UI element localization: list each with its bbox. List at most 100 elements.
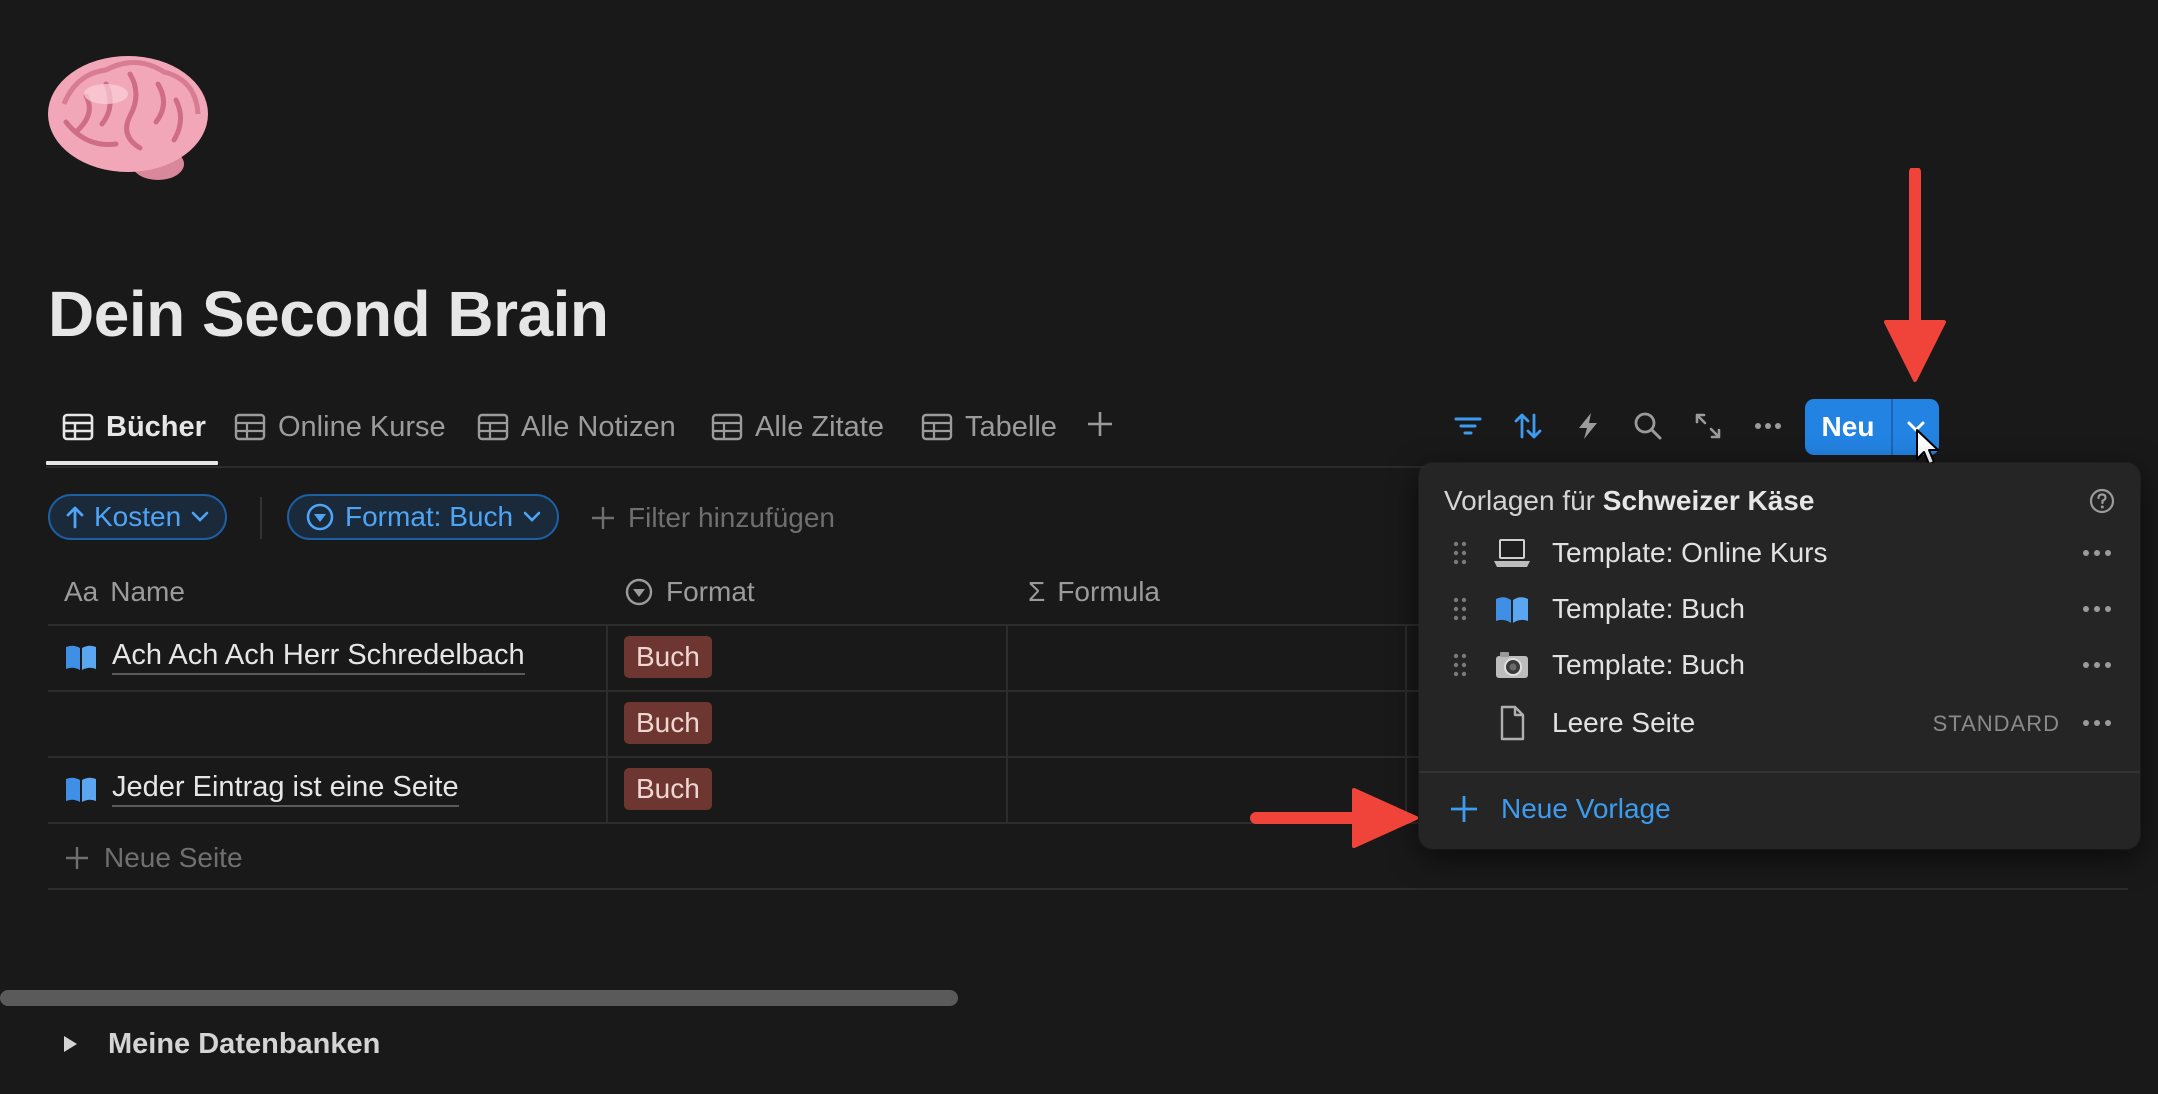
column-label: Format xyxy=(666,576,755,607)
text-property-icon: Aa xyxy=(64,576,99,607)
drag-handle-icon[interactable] xyxy=(1452,539,1468,567)
book-icon xyxy=(1496,597,1528,623)
chip-label: Format: Buch xyxy=(345,501,514,532)
row-title: Jeder Eintrag ist eine Seite xyxy=(112,771,459,807)
plus-icon xyxy=(592,507,614,529)
book-icon xyxy=(66,645,96,670)
row-divider xyxy=(48,690,1419,692)
table-row-name[interactable]: Ach Ach Ach Herr Schredelbach xyxy=(64,624,525,690)
table-icon xyxy=(62,413,94,441)
book-icon xyxy=(66,777,96,802)
template-label: Template: Buch xyxy=(1552,649,1745,680)
new-page-button[interactable]: Neue Seite xyxy=(64,838,243,878)
column-header-name[interactable]: Aa Name xyxy=(64,570,185,614)
drag-handle-icon[interactable] xyxy=(1452,595,1468,623)
row-divider xyxy=(48,822,1419,824)
camera-icon xyxy=(1496,652,1528,678)
column-divider xyxy=(1006,624,1008,822)
dropdown-divider xyxy=(1419,771,2140,773)
dropdown-header: Vorlagen für Schweizer Käse xyxy=(1444,485,1814,517)
laptop-icon xyxy=(1494,539,1530,567)
plus-icon xyxy=(66,847,88,869)
add-filter-label: Filter hinzufügen xyxy=(628,502,836,533)
new-template-label: Neue Vorlage xyxy=(1501,793,1671,824)
page-icon-brain[interactable] xyxy=(46,44,210,184)
template-label: Template: Buch xyxy=(1552,593,1745,624)
page-icon xyxy=(1500,705,1525,741)
chip-label: Kosten xyxy=(94,501,182,532)
column-divider xyxy=(606,624,608,822)
column-header-format[interactable]: Format xyxy=(624,570,755,614)
new-template-button[interactable]: Neue Vorlage xyxy=(1449,789,1671,829)
mouse-cursor-icon xyxy=(1915,428,1941,468)
help-icon[interactable] xyxy=(2088,487,2116,515)
add-filter-button[interactable]: Filter hinzufügen xyxy=(590,500,835,536)
select-icon xyxy=(306,503,334,531)
table-row-name[interactable]: Jeder Eintrag ist eine Seite xyxy=(64,756,459,822)
format-tag: Buch xyxy=(624,768,712,810)
more-icon[interactable] xyxy=(1752,410,1784,442)
format-tag: Buch xyxy=(624,702,712,744)
tab-label: Online Kurse xyxy=(278,410,446,443)
template-item-buch-camera[interactable]: Template: Buch xyxy=(1419,637,2140,693)
more-icon[interactable] xyxy=(2080,539,2114,567)
toggle-label: Meine Datenbanken xyxy=(108,1027,381,1060)
template-label: Leere Seite xyxy=(1552,707,1696,738)
template-item-buch[interactable]: Template: Buch xyxy=(1419,581,2140,637)
filter-icon[interactable] xyxy=(1452,410,1484,442)
tab-tabelle[interactable]: Tabelle xyxy=(921,402,1057,452)
horizontal-scrollbar[interactable] xyxy=(0,990,958,1006)
search-icon[interactable] xyxy=(1632,410,1664,442)
column-label: Name xyxy=(110,576,185,607)
sort-icon[interactable] xyxy=(1512,410,1544,442)
format-tag: Buch xyxy=(624,636,712,678)
row-title: Ach Ach Ach Herr Schredelbach xyxy=(112,639,525,675)
new-button[interactable]: Neu xyxy=(1805,399,1891,455)
tab-online-kurse[interactable]: Online Kurse xyxy=(234,402,446,452)
table-icon xyxy=(234,413,266,441)
database-name: Schweizer Käse xyxy=(1602,485,1815,516)
table-icon xyxy=(921,413,953,441)
arrow-up-icon xyxy=(66,506,84,529)
tab-label: Alle Notizen xyxy=(521,410,676,443)
formula-icon: Σ xyxy=(1028,576,1046,607)
annotation-arrow-down-icon xyxy=(1884,168,1946,382)
chevron-down-icon xyxy=(191,511,209,522)
page-title: Dein Second Brain xyxy=(48,278,609,350)
sort-chip-kosten[interactable]: Kosten xyxy=(48,494,228,540)
tab-label: Alle Zitate xyxy=(755,410,884,443)
chevron-down-icon xyxy=(523,511,541,522)
triangle-right-icon xyxy=(64,1036,77,1052)
template-item-online-kurs[interactable]: Template: Online Kurs xyxy=(1419,525,2140,581)
column-header-formula[interactable]: Σ Formula xyxy=(1028,570,1160,614)
template-item-leere-seite[interactable]: Leere Seite STANDARD xyxy=(1419,695,2140,751)
table-bottom-divider xyxy=(48,888,2128,890)
more-icon[interactable] xyxy=(2080,709,2114,737)
filter-chip-format[interactable]: Format: Buch xyxy=(287,494,560,540)
drag-handle-icon[interactable] xyxy=(1452,651,1468,679)
add-view-icon[interactable] xyxy=(1085,409,1115,439)
tab-alle-zitate[interactable]: Alle Zitate xyxy=(711,402,884,452)
table-icon xyxy=(711,413,743,441)
tab-label: Bücher xyxy=(106,410,206,443)
default-badge: STANDARD xyxy=(1932,711,2060,736)
more-icon[interactable] xyxy=(2080,595,2114,623)
select-icon xyxy=(625,578,653,606)
new-page-label: Neue Seite xyxy=(104,842,243,873)
active-tab-indicator xyxy=(46,461,218,465)
lightning-icon[interactable] xyxy=(1572,410,1604,442)
chip-divider xyxy=(260,497,262,539)
tab-buecher[interactable]: Bücher xyxy=(62,402,206,452)
tab-label: Tabelle xyxy=(965,410,1057,443)
toggle-meine-datenbanken[interactable]: Meine Datenbanken xyxy=(62,1026,380,1062)
plus-icon xyxy=(1451,796,1477,822)
expand-icon[interactable] xyxy=(1692,410,1724,442)
header-prefix: Vorlagen für xyxy=(1444,485,1595,516)
tab-alle-notizen[interactable]: Alle Notizen xyxy=(477,402,676,452)
templates-dropdown: Vorlagen für Schweizer Käse Template: On… xyxy=(1419,463,2140,849)
column-label: Formula xyxy=(1057,576,1161,607)
template-label: Template: Online Kurs xyxy=(1552,537,1828,568)
more-icon[interactable] xyxy=(2080,651,2114,679)
table-icon xyxy=(477,413,509,441)
annotation-arrow-right-icon xyxy=(1250,788,1418,848)
